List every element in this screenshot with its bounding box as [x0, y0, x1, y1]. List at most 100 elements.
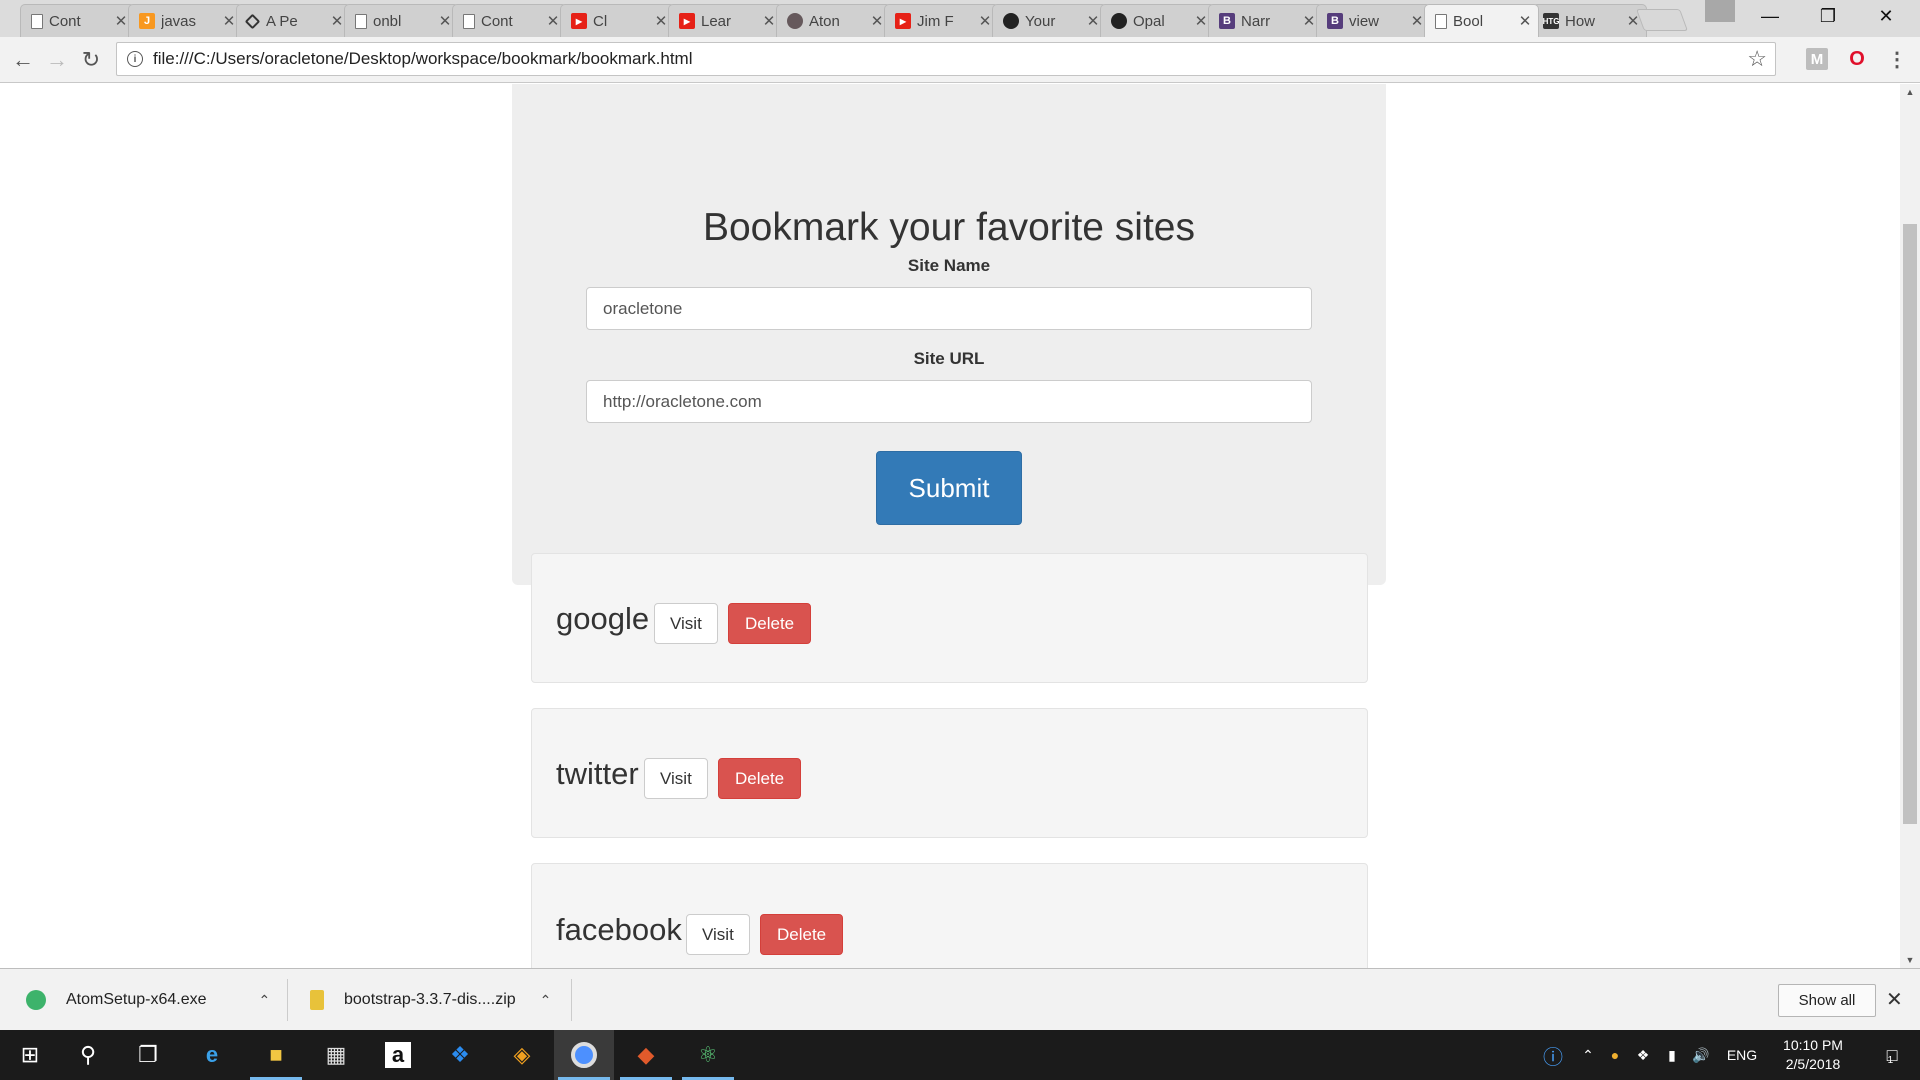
delete-button[interactable]: Delete	[718, 758, 802, 799]
browser-tab[interactable]: HTG How ✕	[1532, 4, 1647, 37]
bookmark-form-panel: Bookmark your favorite sites Site Name o…	[512, 84, 1386, 585]
download-item[interactable]: AtomSetup-x64.exe ⌃	[26, 969, 270, 1031]
browser-tab[interactable]: Your ✕	[992, 4, 1107, 37]
browser-tab[interactable]: Bool ✕	[1424, 4, 1539, 37]
download-item[interactable]: bootstrap-3.3.7-dis....zip ⌃	[310, 969, 551, 1031]
browser-tab[interactable]: Cont ✕	[20, 4, 135, 37]
browser-tab[interactable]: Cont ✕	[452, 4, 567, 37]
volume-icon[interactable]: 🔊	[1690, 1030, 1712, 1080]
java-favicon-icon: J	[139, 13, 155, 29]
yt-favicon-icon: ▶	[571, 13, 587, 29]
scroll-thumb[interactable]	[1903, 224, 1917, 824]
tab-close-icon[interactable]: ✕	[114, 12, 128, 30]
browser-tab[interactable]: ▶ Cl ✕	[560, 4, 675, 37]
dropbox-tray-icon[interactable]: ❖	[1632, 1030, 1654, 1080]
page-scrollbar[interactable]: ▲ ▼	[1900, 84, 1920, 968]
delete-button[interactable]: Delete	[728, 603, 812, 644]
tab-title: Cont	[481, 12, 513, 30]
tab-close-icon[interactable]: ✕	[870, 12, 884, 30]
site-url-input[interactable]: http://oracletone.com	[586, 380, 1312, 423]
address-bar[interactable]: i file:///C:/Users/oracletone/Desktop/wo…	[116, 42, 1776, 76]
minimize-icon[interactable]: —	[1742, 0, 1798, 32]
browser-tab[interactable]: ▶ Lear ✕	[668, 4, 783, 37]
bookmark-site-name: google	[556, 601, 650, 636]
tab-title: view	[1349, 12, 1380, 30]
delete-button[interactable]: Delete	[760, 914, 844, 955]
gh-favicon-icon	[1111, 13, 1127, 29]
tab-title: Jim F	[917, 12, 954, 30]
browser-tab[interactable]: Aton ✕	[776, 4, 891, 37]
browser-tab[interactable]: Opal ✕	[1100, 4, 1215, 37]
info-icon[interactable]: i	[127, 51, 143, 67]
file-explorer-icon[interactable]: ■	[246, 1030, 306, 1080]
browser-tab[interactable]: Bview ✕	[1316, 4, 1431, 37]
tab-close-icon[interactable]: ✕	[1194, 12, 1208, 30]
restore-icon[interactable]: ❐	[1800, 0, 1856, 32]
bookmark-star-icon[interactable]: ☆	[1747, 46, 1767, 72]
chevron-up-icon[interactable]: ⌃	[1578, 1030, 1598, 1080]
download-filename[interactable]: bootstrap-3.3.7-dis....zip	[344, 991, 516, 1009]
sublime-icon[interactable]: ◈	[492, 1030, 552, 1080]
site-name-input[interactable]: oracletone	[586, 287, 1312, 330]
visit-button[interactable]: Visit	[686, 914, 750, 955]
doc-favicon-icon	[355, 13, 367, 29]
scroll-up-icon[interactable]: ▲	[1900, 84, 1920, 100]
profile-button[interactable]	[1705, 0, 1735, 22]
browser-tab[interactable]: Jjavas ✕	[128, 4, 243, 37]
help-icon[interactable]: ⓘ	[1538, 1030, 1568, 1080]
close-icon[interactable]: ✕	[1886, 987, 1903, 1012]
extension-m-icon[interactable]: M	[1806, 48, 1828, 70]
tab-title: Cont	[49, 12, 81, 30]
close-window-icon[interactable]: ✕	[1858, 0, 1914, 32]
dropbox-icon[interactable]: ❖	[430, 1030, 490, 1080]
search-icon[interactable]: ⚲	[58, 1030, 118, 1080]
browser-tab[interactable]: ▶ Jim F ✕	[884, 4, 999, 37]
bookmark-card: google Visit Delete	[531, 553, 1368, 683]
reload-icon[interactable]: ↻	[78, 47, 104, 73]
chevron-up-icon[interactable]: ⌃	[259, 992, 271, 1009]
opera-extension-icon[interactable]: Ο	[1846, 48, 1868, 70]
tab-close-icon[interactable]: ✕	[762, 12, 776, 30]
notifications-icon[interactable]: □ 1	[1870, 1030, 1910, 1080]
tab-close-icon[interactable]: ✕	[978, 12, 992, 30]
edge-icon[interactable]: e	[182, 1030, 242, 1080]
back-icon[interactable]: ←	[10, 47, 36, 73]
scroll-down-icon[interactable]: ▼	[1900, 952, 1920, 968]
tab-title: A Pe	[266, 12, 298, 30]
tab-close-icon[interactable]: ✕	[330, 12, 344, 30]
new-tab-button[interactable]	[1635, 9, 1689, 31]
atom-icon[interactable]: ⚛	[678, 1030, 738, 1080]
tab-close-icon[interactable]: ✕	[546, 12, 560, 30]
tab-close-icon[interactable]: ✕	[438, 12, 452, 30]
menu-icon[interactable]: ⋮	[1886, 48, 1908, 71]
visit-button[interactable]: Visit	[654, 603, 718, 644]
store-icon[interactable]: ▦	[306, 1030, 366, 1080]
battery-icon[interactable]: ▮	[1660, 1030, 1684, 1080]
tab-close-icon[interactable]: ✕	[1518, 12, 1532, 30]
show-all-button[interactable]: Show all	[1778, 984, 1876, 1017]
chevron-up-icon[interactable]: ⌃	[540, 992, 552, 1009]
system-clock[interactable]: 10:10 PM 2/5/2018	[1768, 1036, 1858, 1074]
browser-tab[interactable]: onbl ✕	[344, 4, 459, 37]
submit-button[interactable]: Submit	[876, 451, 1022, 525]
tab-title: Opal	[1133, 12, 1165, 30]
address-url[interactable]: file:///C:/Users/oracletone/Desktop/work…	[153, 49, 1747, 69]
language-indicator[interactable]: ENG	[1720, 1030, 1764, 1080]
tab-close-icon[interactable]: ✕	[1302, 12, 1316, 30]
tab-close-icon[interactable]: ✕	[654, 12, 668, 30]
git-icon[interactable]: ◆	[616, 1030, 676, 1080]
network-globe-icon[interactable]: ●	[1604, 1030, 1626, 1080]
forward-icon[interactable]: →	[44, 47, 70, 73]
amazon-icon[interactable]: a	[368, 1030, 428, 1080]
browser-tab[interactable]: B Narr ✕	[1208, 4, 1323, 37]
browser-tab[interactable]: A Pe ✕	[236, 4, 351, 37]
windows-start-icon[interactable]: ⊞	[0, 1030, 60, 1080]
page-viewport: Bookmark your favorite sites Site Name o…	[0, 84, 1900, 968]
task-view-icon[interactable]: ❐	[118, 1030, 178, 1080]
visit-button[interactable]: Visit	[644, 758, 708, 799]
tab-close-icon[interactable]: ✕	[1086, 12, 1100, 30]
chrome-icon[interactable]	[554, 1030, 614, 1080]
tab-close-icon[interactable]: ✕	[1410, 12, 1424, 30]
tab-close-icon[interactable]: ✕	[222, 12, 236, 30]
download-filename[interactable]: AtomSetup-x64.exe	[66, 991, 207, 1009]
